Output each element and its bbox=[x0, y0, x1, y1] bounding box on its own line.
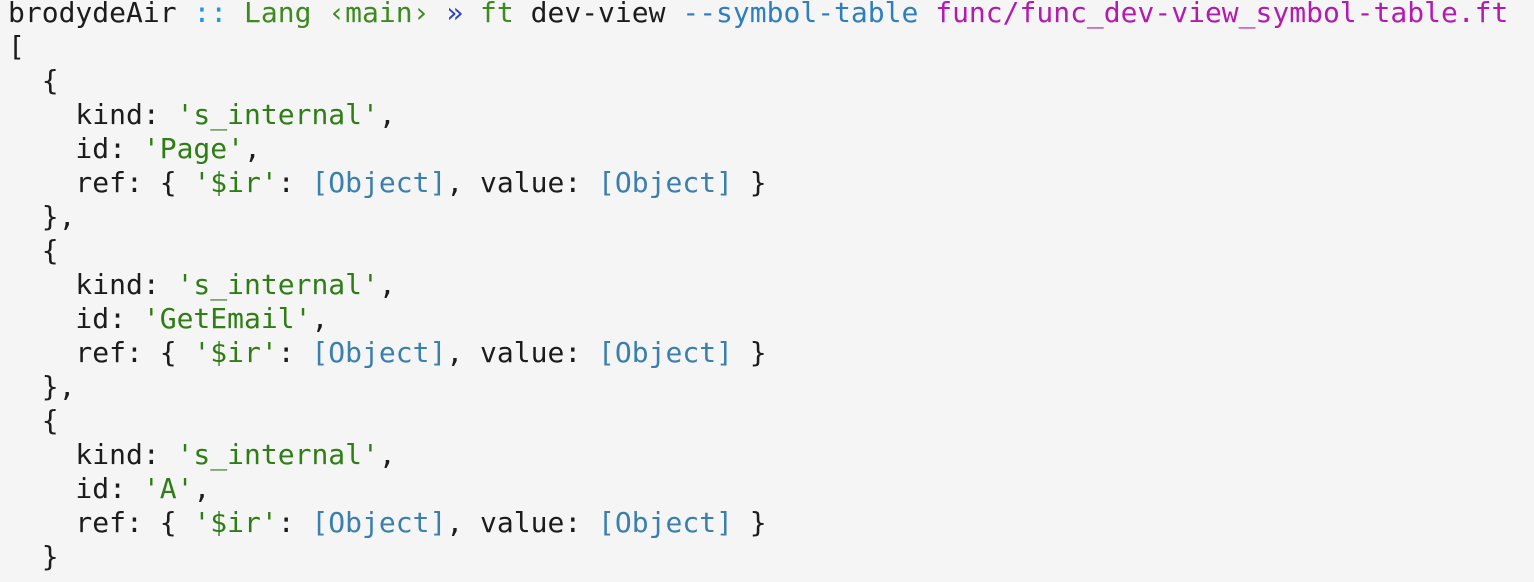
entry-ref-line: ref: { '$ir': [Object], value: [Object] … bbox=[8, 336, 767, 369]
entry-open-brace: { bbox=[8, 404, 59, 437]
entry-close-brace: } bbox=[8, 540, 1508, 574]
entry-close-brace: }, bbox=[8, 370, 1508, 404]
entry-id-value: 'A' bbox=[142, 472, 194, 505]
prompt-directory: Lang bbox=[244, 0, 312, 29]
entry-ref-ir-key: '$ir' bbox=[193, 336, 278, 369]
entry-open-brace: { bbox=[8, 234, 59, 267]
entry-id-value: 'Page' bbox=[142, 132, 245, 165]
prompt-separator: :: bbox=[193, 0, 228, 29]
entry-ref-line: ref: { '$ir': [Object], value: [Object] … bbox=[8, 506, 767, 539]
entry-close-text: } bbox=[41, 540, 59, 573]
entry-ref-value-key: value bbox=[480, 506, 565, 539]
entry-id-line: id: 'GetEmail', bbox=[8, 302, 329, 335]
entry-id-line: id: 'Page', bbox=[8, 132, 261, 165]
array-open-bracket: [ bbox=[8, 30, 1508, 64]
entry-kind-line: kind: 's_internal', bbox=[8, 268, 396, 301]
entry-ref-ir-value: [Object] bbox=[311, 506, 447, 539]
entry-close-brace: }, bbox=[8, 200, 1508, 234]
entry-kind-line: kind: 's_internal', bbox=[8, 98, 396, 131]
prompt-git-branch: ‹main› bbox=[328, 0, 430, 29]
prompt-host: brodydeAir bbox=[8, 0, 177, 29]
entry-ref-value: [Object] bbox=[598, 506, 733, 539]
entry-ref-ir-key: '$ir' bbox=[193, 506, 278, 539]
entry-ref-value-key: value bbox=[480, 336, 565, 369]
entry-ref-ir-key: '$ir' bbox=[193, 166, 278, 199]
entry-kind-value: 's_internal' bbox=[176, 98, 379, 131]
entry-ref-line: ref: { '$ir': [Object], value: [Object] … bbox=[8, 166, 767, 199]
entry-ref-ir-value: [Object] bbox=[311, 336, 447, 369]
entry-kind-value: 's_internal' bbox=[176, 268, 379, 301]
entry-id-line: id: 'A', bbox=[8, 472, 211, 505]
entry-ref-value: [Object] bbox=[598, 336, 733, 369]
terminal-output: y_ brodydeAir :: Lang ‹main› » ft dev-vi… bbox=[8, 0, 1508, 574]
entry-ref-value-key: value bbox=[480, 166, 565, 199]
entry-close-text: }, bbox=[41, 200, 76, 233]
entry-kind-line: kind: 's_internal', bbox=[8, 438, 396, 471]
command-name: ft bbox=[480, 0, 514, 29]
entry-kind-value: 's_internal' bbox=[176, 438, 379, 471]
entry-close-text: }, bbox=[41, 370, 76, 403]
prompt-line[interactable]: brodydeAir :: Lang ‹main› » ft dev-view … bbox=[8, 0, 1508, 30]
command-path: func/func_dev-view_symbol-table.ft bbox=[935, 0, 1509, 29]
entry-id-value: 'GetEmail' bbox=[142, 302, 312, 335]
command-flag: --symbol-table bbox=[682, 0, 919, 29]
command-subcommand: dev-view bbox=[530, 0, 666, 29]
entry-open-brace: { bbox=[8, 64, 59, 97]
entry-ref-value: [Object] bbox=[598, 166, 733, 199]
open-bracket-text: [ bbox=[8, 30, 25, 63]
prompt-arrow: » bbox=[446, 0, 464, 29]
terminal-window[interactable]: y_ brodydeAir :: Lang ‹main› » ft dev-vi… bbox=[0, 0, 1534, 582]
entry-ref-ir-value: [Object] bbox=[311, 166, 447, 199]
